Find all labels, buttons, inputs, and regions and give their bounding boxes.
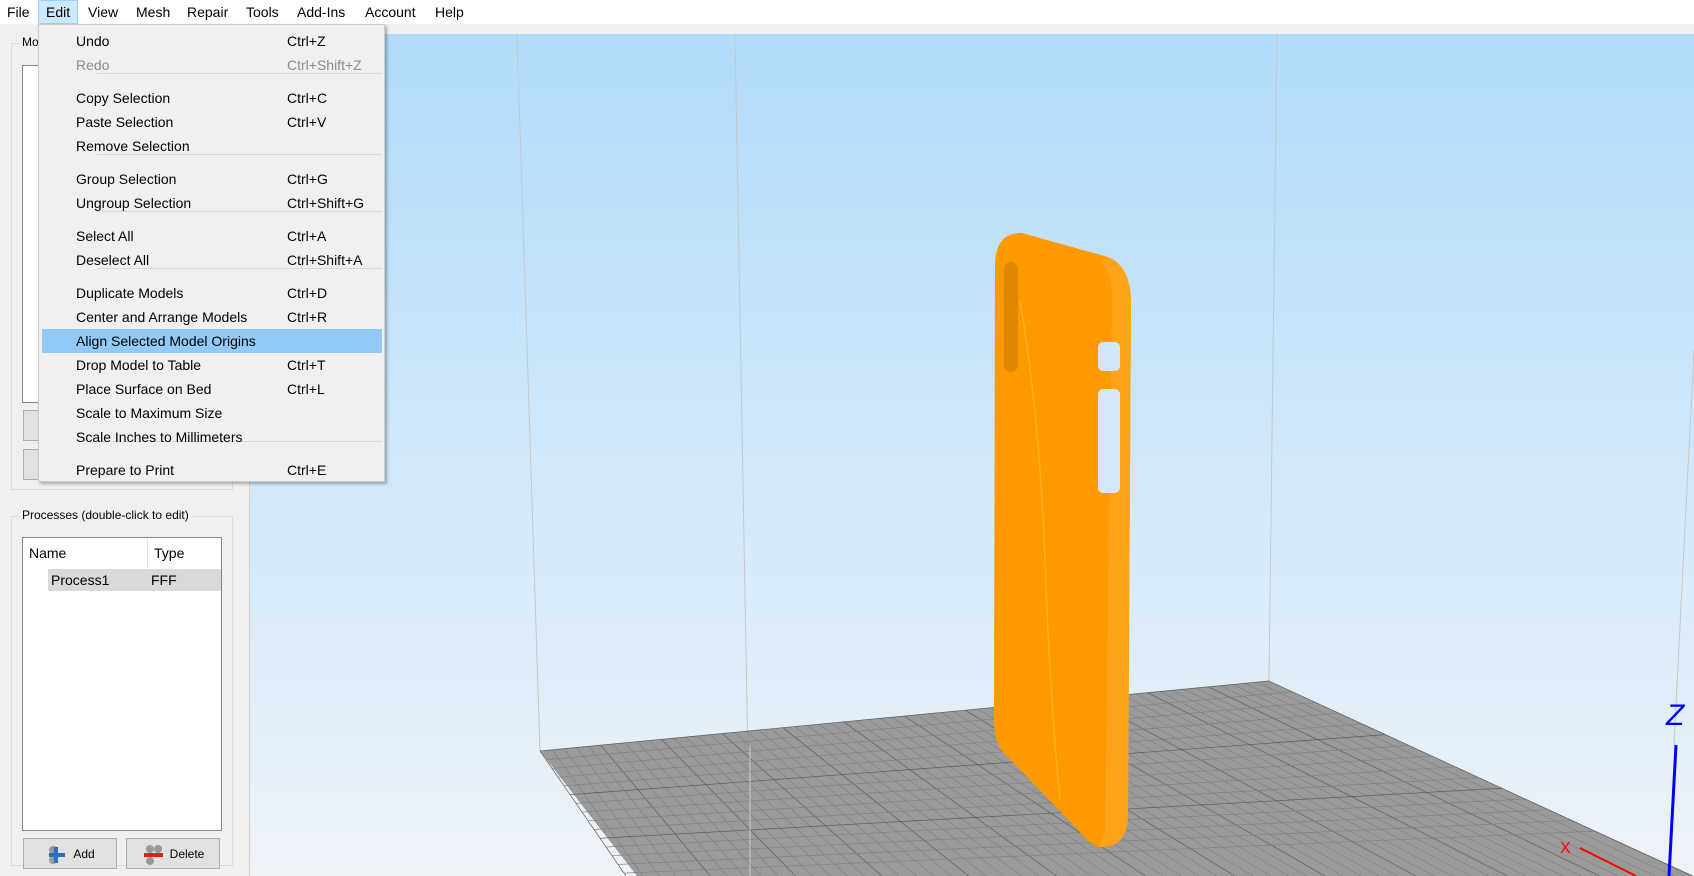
menu-item-label: Undo bbox=[76, 33, 110, 49]
menu-item-label: Drop Model to Table bbox=[76, 357, 202, 373]
menu-item-shortcut: Ctrl+D bbox=[287, 285, 328, 301]
menu-item-scale-to-maximum-size[interactable]: Scale to Maximum Size bbox=[42, 401, 382, 425]
process-type: FFF bbox=[151, 572, 177, 588]
menu-item-label: Align Selected Model Origins bbox=[76, 333, 256, 349]
menu-item-deselect-all[interactable]: Deselect All Ctrl+Shift+A bbox=[42, 248, 382, 272]
phone-case-model[interactable] bbox=[994, 232, 1131, 848]
delete-label: Delete bbox=[169, 846, 205, 861]
menu-item-select-all[interactable]: Select All Ctrl+A bbox=[42, 224, 382, 248]
3d-viewport[interactable]: Z X bbox=[250, 34, 1694, 876]
menu-item-shortcut: Ctrl+V bbox=[287, 114, 327, 130]
process-name: Process1 bbox=[51, 572, 110, 588]
processes-list[interactable]: Name Type Process1 FFF bbox=[22, 537, 222, 831]
menu-item-paste-selection[interactable]: Paste Selection Ctrl+V bbox=[42, 110, 382, 134]
menu-item-shortcut: Ctrl+A bbox=[287, 228, 327, 244]
add-process-button[interactable]: Add bbox=[23, 838, 117, 869]
menu-item-drop-model-to-table[interactable]: Drop Model to Table Ctrl+T bbox=[42, 353, 382, 377]
menu-item-shortcut: Ctrl+Shift+G bbox=[287, 195, 365, 211]
menu-item-shortcut: Ctrl+R bbox=[287, 309, 328, 325]
menu-item-scale-inches-to-millimeters[interactable]: Scale Inches to Millimeters bbox=[42, 425, 382, 449]
menu-help[interactable]: Help bbox=[428, 0, 471, 24]
menu-item-label: Deselect All bbox=[76, 252, 150, 268]
menu-item-shortcut: Ctrl+E bbox=[287, 462, 327, 478]
menu-item-shortcut: Ctrl+Shift+Z bbox=[287, 57, 362, 73]
menu-account[interactable]: Account bbox=[358, 0, 423, 24]
menu-edit[interactable]: Edit bbox=[38, 0, 79, 24]
menu-item-label: Duplicate Models bbox=[76, 285, 184, 301]
menu-item-remove-selection[interactable]: Remove Selection bbox=[42, 134, 382, 158]
menu-item-shortcut: Ctrl+G bbox=[287, 171, 328, 187]
table-row[interactable]: Process1 FFF bbox=[48, 569, 221, 591]
menu-item-undo[interactable]: Undo Ctrl+Z bbox=[42, 29, 382, 53]
menu-item-shortcut: Ctrl+T bbox=[287, 357, 326, 373]
menu-item-label: Ungroup Selection bbox=[76, 195, 192, 211]
menu-item-label: Group Selection bbox=[76, 171, 177, 187]
menu-item-copy-selection[interactable]: Copy Selection Ctrl+C bbox=[42, 86, 382, 110]
edit-menu-dropdown: Undo Ctrl+Z Redo Ctrl+Shift+Z Copy Selection… bbox=[38, 24, 385, 482]
menu-bar: File Edit View Mesh Repair Tools Add-Ins Accoun… bbox=[0, 0, 1694, 24]
menu-item-label: Redo bbox=[76, 57, 110, 73]
menu-item-label: Select All bbox=[76, 228, 134, 244]
menu-item-duplicate-models[interactable]: Duplicate Models Ctrl+D bbox=[42, 281, 382, 305]
menu-item-shortcut: Ctrl+Z bbox=[287, 33, 326, 49]
menu-repair[interactable]: Repair bbox=[180, 0, 235, 24]
scene: Z X bbox=[516, 34, 1694, 876]
menu-item-center-and-arrange-models[interactable]: Center and Arrange Models Ctrl+R bbox=[42, 305, 382, 329]
menu-mesh[interactable]: Mesh bbox=[129, 0, 177, 24]
menu-item-ungroup-selection[interactable]: Ungroup Selection Ctrl+Shift+G bbox=[42, 191, 382, 215]
z-axis-label: Z bbox=[1665, 699, 1686, 732]
processes-group-label: Processes (double-click to edit) bbox=[20, 508, 191, 522]
menu-item-group-selection[interactable]: Group Selection Ctrl+G bbox=[42, 167, 382, 191]
menu-item-label: Place Surface on Bed bbox=[76, 381, 212, 397]
gear-add-icon bbox=[49, 845, 66, 864]
menu-item-label: Scale Inches to Millimeters bbox=[76, 429, 243, 445]
menu-add-ins[interactable]: Add-Ins bbox=[290, 0, 352, 24]
column-header-type[interactable]: Type bbox=[148, 538, 222, 569]
menu-item-label: Prepare to Print bbox=[76, 462, 175, 478]
menu-item-place-surface-on-bed[interactable]: Place Surface on Bed Ctrl+L bbox=[42, 377, 382, 401]
menu-item-shortcut: Ctrl+C bbox=[287, 90, 328, 106]
gear-delete-icon bbox=[143, 844, 163, 865]
menu-file[interactable]: File bbox=[0, 0, 37, 24]
delete-process-button[interactable]: Delete bbox=[126, 838, 220, 869]
menu-item-shortcut: Ctrl+L bbox=[287, 381, 325, 397]
menu-item-label: Scale to Maximum Size bbox=[76, 405, 223, 421]
x-axis-label: X bbox=[1560, 840, 1571, 857]
menu-item-label: Copy Selection bbox=[76, 90, 171, 106]
menu-item-label: Remove Selection bbox=[76, 138, 190, 154]
menu-item-label: Center and Arrange Models bbox=[76, 309, 248, 325]
column-header-name[interactable]: Name bbox=[23, 538, 148, 569]
menu-item-prepare-to-print[interactable]: Prepare to Print Ctrl+E bbox=[42, 458, 382, 482]
menu-item-shortcut: Ctrl+Shift+A bbox=[287, 252, 363, 268]
processes-group: Processes (double-click to edit) Name Ty… bbox=[11, 508, 233, 869]
menu-item-align-selected-model-origins[interactable]: Align Selected Model Origins bbox=[42, 329, 382, 353]
add-label: Add bbox=[73, 846, 95, 861]
menu-item-redo[interactable]: Redo Ctrl+Shift+Z bbox=[42, 53, 382, 77]
menu-view[interactable]: View bbox=[81, 0, 125, 24]
menu-tools[interactable]: Tools bbox=[239, 0, 286, 24]
menu-item-label: Paste Selection bbox=[76, 114, 174, 130]
